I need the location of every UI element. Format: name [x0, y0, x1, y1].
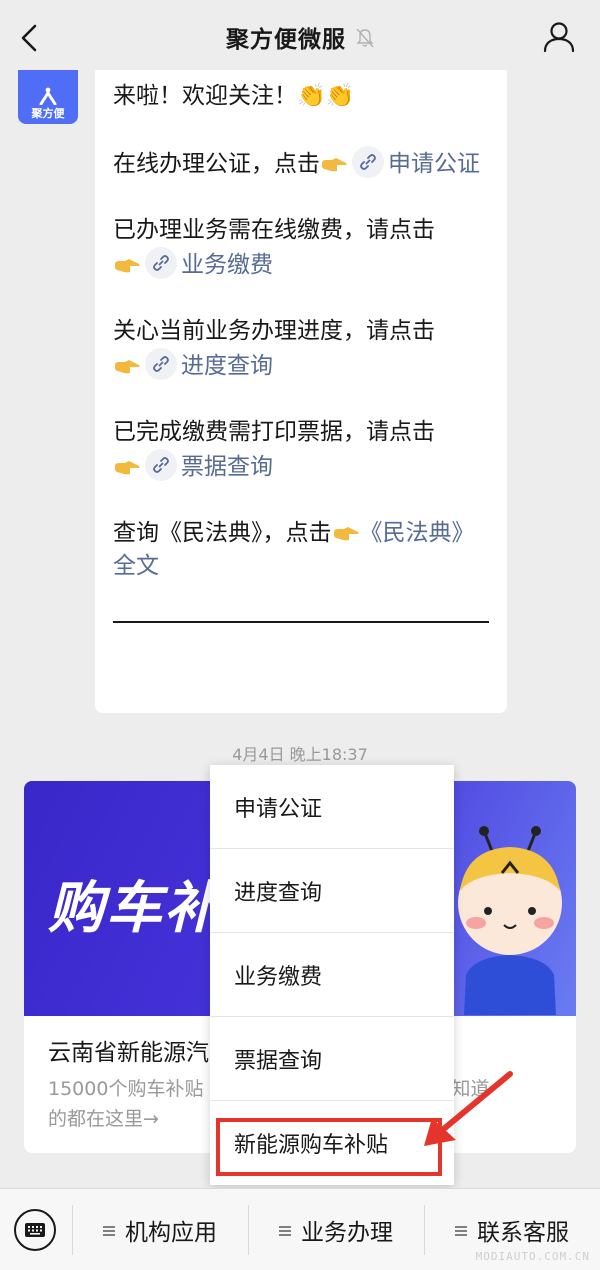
- menu-item-payment[interactable]: 业务缴费: [210, 933, 454, 1017]
- avatar-label: 聚方便: [31, 107, 65, 120]
- keyboard-icon: [25, 1223, 45, 1237]
- receipt-query-link[interactable]: 票据查询: [181, 454, 273, 480]
- keyboard-toggle-button[interactable]: [14, 1209, 56, 1251]
- mute-bell-icon: [356, 28, 374, 48]
- pointing-hand-icon: [115, 360, 140, 374]
- bar-item-label: 联系客服: [477, 1220, 569, 1246]
- watermark: MODIAUTO.COM.CN: [475, 1250, 590, 1263]
- official-account-avatar[interactable]: 聚方便: [18, 70, 78, 124]
- highlight-box: [216, 1118, 442, 1176]
- chat-title: 聚方便微服: [226, 27, 346, 53]
- menu-lines-icon: [455, 1224, 467, 1236]
- bar-item-label: 机构应用: [125, 1220, 217, 1246]
- link-chip-icon: [352, 146, 384, 178]
- progress-query-link[interactable]: 进度查询: [181, 353, 273, 379]
- message-text: 已办理业务需在线缴费，请点击: [113, 217, 435, 243]
- menu-lines-icon: [279, 1224, 291, 1236]
- apply-notary-link[interactable]: 申请公证: [388, 151, 480, 177]
- bar-item-label: 业务办理: [301, 1220, 393, 1246]
- article-description-line2: 的都在这里→: [48, 1108, 159, 1130]
- red-arrow-icon: [424, 1071, 513, 1146]
- pointing-hand-icon: [115, 461, 140, 475]
- article-description-line1: 15000个购车补贴: [48, 1078, 204, 1100]
- profile-icon[interactable]: [542, 20, 576, 54]
- message-text: 查询《民法典》，点击: [113, 520, 332, 546]
- mascot-bee-image: [458, 826, 562, 1015]
- welcome-line: 来啦！欢迎关注！👏👏: [113, 83, 355, 109]
- pointing-hand-icon: [333, 527, 358, 541]
- bar-item-institution-apps[interactable]: 机构应用: [72, 1189, 248, 1270]
- link-chip-icon: [145, 247, 177, 279]
- back-arrow-icon[interactable]: [18, 24, 42, 52]
- message-text: 关心当前业务办理进度，请点击: [113, 318, 435, 344]
- pointing-hand-icon: [115, 259, 140, 273]
- bar-item-business[interactable]: 业务办理: [248, 1189, 424, 1270]
- message-item-payment: 已办理业务需在线缴费，请点击业务缴费: [113, 214, 489, 282]
- message-item-receipt: 已完成缴费需打印票据，请点击票据查询: [113, 416, 489, 484]
- banner-headline: 购车补: [48, 876, 222, 941]
- pointing-hand-icon: [322, 158, 347, 172]
- message-item-civil-code: 查询《民法典》，点击 《民法典》全文: [113, 517, 489, 583]
- message-item-progress: 关心当前业务办理进度，请点击进度查询: [113, 315, 489, 383]
- message-text: 在线办理公证，点击: [113, 151, 320, 177]
- link-chip-icon: [145, 348, 177, 380]
- link-chip-icon: [145, 449, 177, 481]
- top-header: 聚方便微服: [0, 0, 600, 74]
- message-timestamp: 4月4日 晚上18:37: [232, 745, 368, 764]
- account-logo-icon: [39, 87, 57, 105]
- message-divider: [113, 621, 489, 623]
- menu-item-apply-notary[interactable]: 申请公证: [210, 765, 454, 849]
- menu-lines-icon: [103, 1224, 115, 1236]
- welcome-message-bubble: 来啦！欢迎关注！👏👏 在线办理公证，点击 申请公证 已办理业务需在线缴费，请点击业…: [95, 70, 507, 713]
- payment-link[interactable]: 业务缴费: [181, 252, 273, 278]
- message-item-apply: 在线办理公证，点击 申请公证: [113, 146, 489, 181]
- message-text: 已完成缴费需打印票据，请点击: [113, 419, 435, 445]
- menu-item-progress-query[interactable]: 进度查询: [210, 849, 454, 933]
